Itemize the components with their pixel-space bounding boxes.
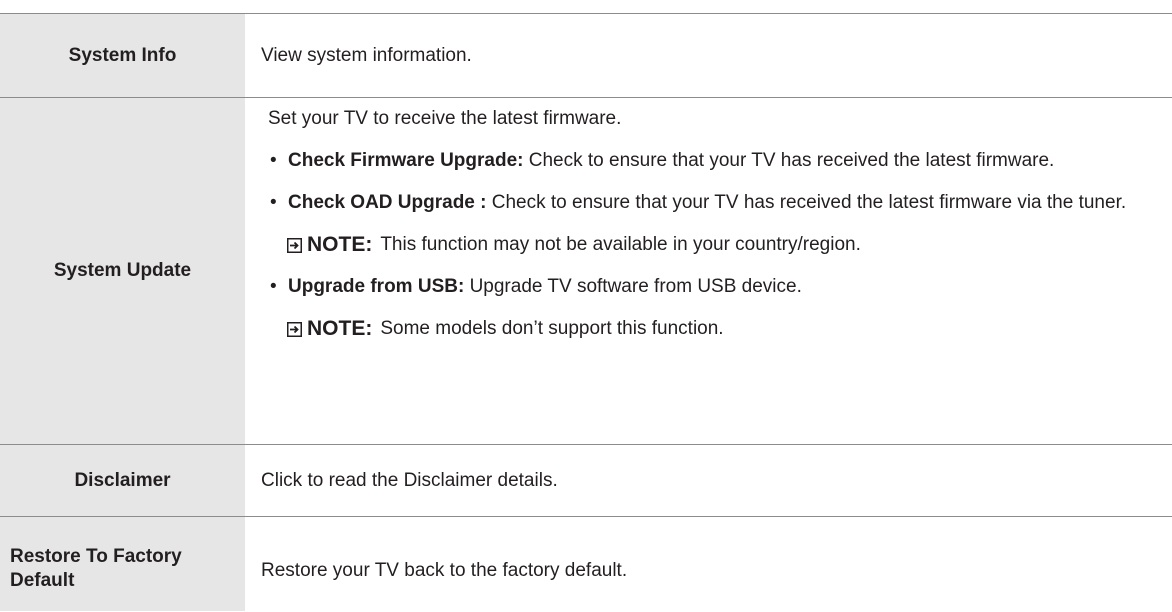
system-update-intro: Set your TV to receive the latest firmwa… (268, 108, 622, 129)
bullet-dot: • (270, 276, 277, 297)
note-text: Some models don’t support this function. (380, 318, 724, 339)
note-region: NOTE: This function may not be available… (268, 232, 1148, 258)
bullet-check-firmware: • Check Firmware Upgrade: Check to ensur… (268, 148, 1148, 174)
bullet-dot: • (270, 192, 277, 213)
settings-table: System Info View system information. Sys… (0, 13, 1172, 611)
label-disclaimer: Disclaimer (0, 445, 245, 516)
bullet-text: Check to ensure that your TV has receive… (486, 192, 1127, 213)
note-arrow-icon (287, 237, 302, 253)
desc-system-info: View system information. (261, 44, 472, 66)
row-disclaimer: Disclaimer Click to read the Disclaimer … (0, 445, 1172, 517)
bullet-check-oad: • Check OAD Upgrade : Check to ensure th… (268, 190, 1148, 216)
label-system-info: System Info (0, 14, 245, 97)
row-restore: Restore To Factory Default Restore your … (0, 517, 1172, 611)
note-models: NOTE: Some models don’t support this fun… (268, 316, 1148, 342)
label-system-update: System Update (0, 98, 245, 444)
bullet-title: Check OAD Upgrade : (288, 192, 487, 213)
bullet-dot: • (270, 150, 277, 171)
label-restore: Restore To Factory Default (0, 517, 245, 611)
bullet-text: Check to ensure that your TV has receive… (523, 150, 1055, 171)
bullet-title: Upgrade from USB: (288, 276, 465, 297)
bullet-text: Upgrade TV software from USB device. (464, 276, 802, 297)
note-text: This function may not be available in yo… (380, 234, 861, 255)
note-label: NOTE: (307, 317, 373, 340)
desc-system-update: Set your TV to receive the latest firmwa… (245, 98, 1172, 444)
bullet-title: Check Firmware Upgrade: (288, 150, 524, 171)
row-system-info: System Info View system information. (0, 14, 1172, 98)
note-label: NOTE: (307, 233, 373, 256)
bullet-upgrade-usb: • Upgrade from USB: Upgrade TV software … (268, 274, 1148, 300)
desc-disclaimer: Click to read the Disclaimer details. (261, 469, 558, 491)
note-arrow-icon (287, 321, 302, 337)
row-system-update: System Update Set your TV to receive the… (0, 98, 1172, 445)
desc-restore: Restore your TV back to the factory defa… (261, 560, 628, 581)
